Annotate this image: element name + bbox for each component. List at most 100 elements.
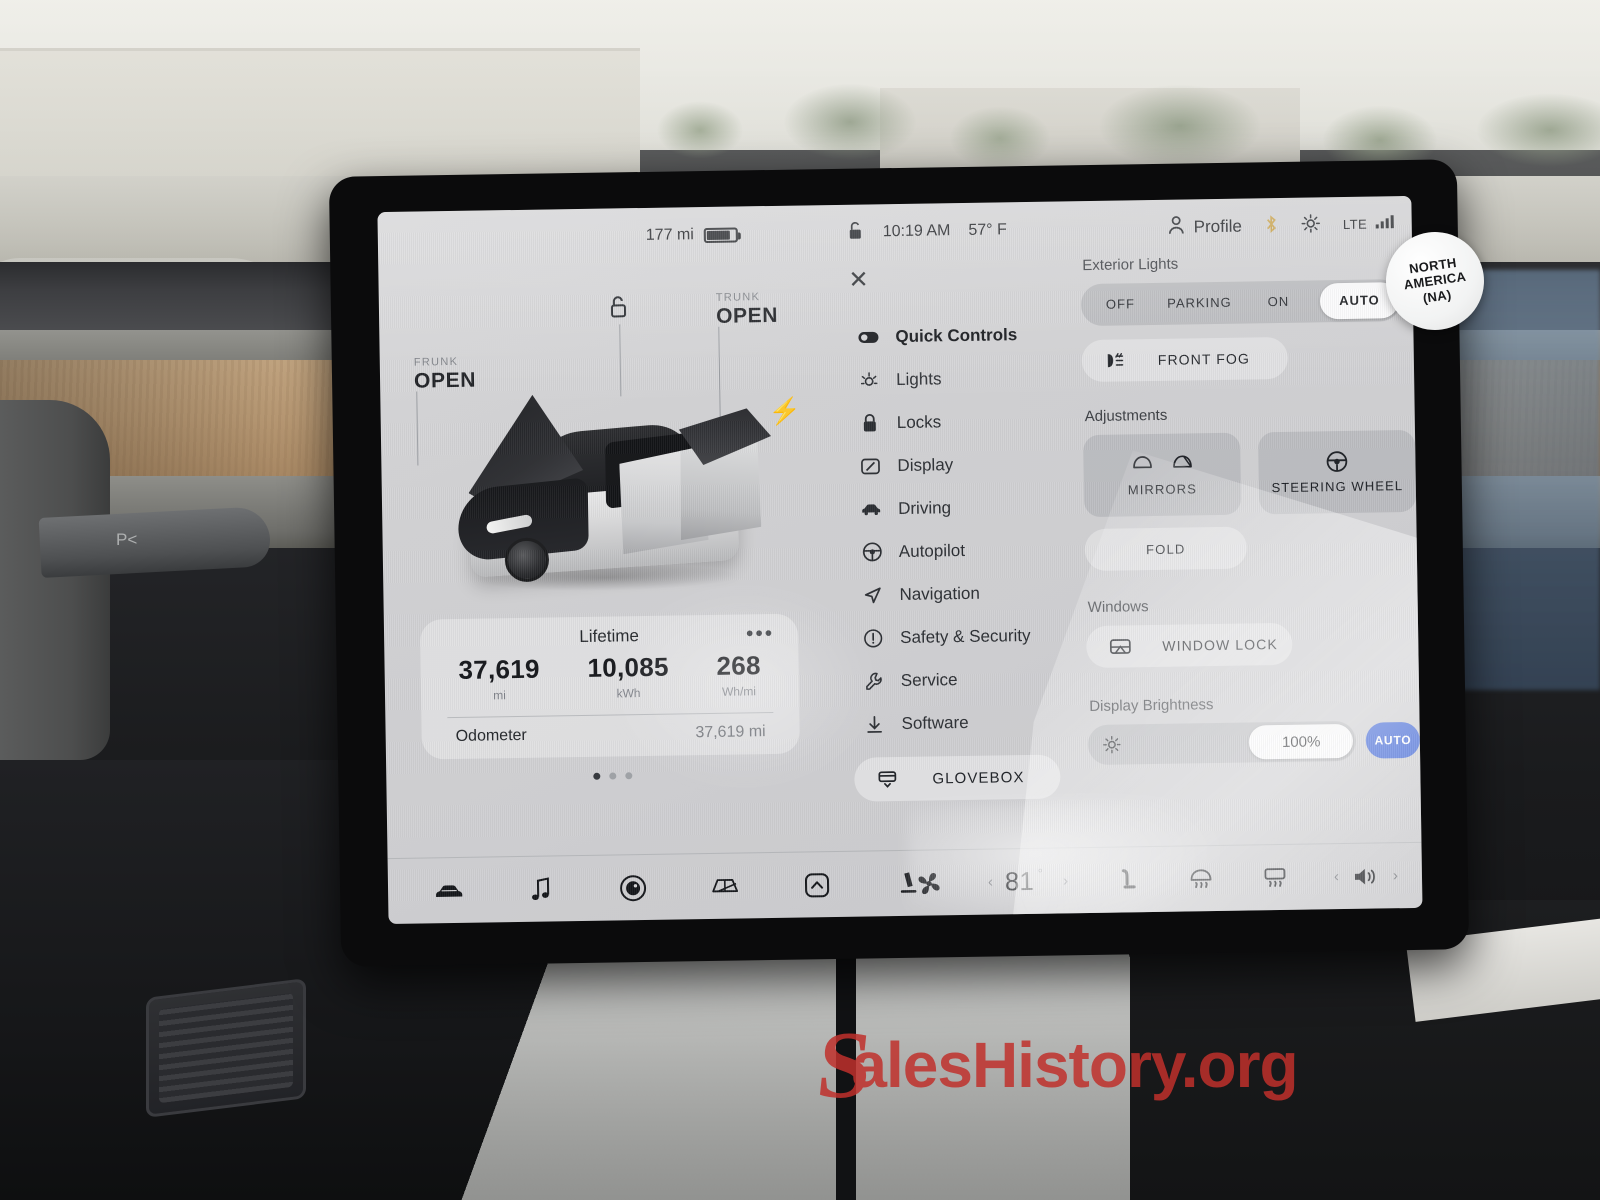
network-label: LTE [1342, 216, 1368, 232]
bluetooth-icon[interactable] [1264, 213, 1279, 238]
bottom-toolbar-right: ‹ 81 ° › ‹ › [914, 860, 1399, 899]
menu-item-locks[interactable]: Locks [850, 399, 1071, 443]
menu-item-label: Safety & Security [900, 625, 1031, 647]
menu-item-service[interactable]: Service [855, 657, 1076, 701]
stat-unit: kWh [616, 686, 641, 701]
stat-value: 268 [716, 650, 761, 681]
temperature-control: ‹ 81 ° › [988, 865, 1069, 897]
exterior-lights-segmented-control[interactable]: OFF PARKING ON AUTO [1080, 279, 1423, 327]
menu-list: Quick Controls Lights Locks Display Driv… [849, 313, 1076, 744]
chevron-right-icon[interactable]: › [1393, 867, 1398, 884]
menu-item-driving[interactable]: Driving [852, 485, 1073, 529]
seat-heater-icon[interactable] [1112, 866, 1142, 894]
adjustments-title: Adjustments [1084, 406, 1168, 426]
menu-item-label: Service [900, 669, 958, 690]
quick-controls-icon [857, 326, 879, 348]
door-handle-label: P< [116, 530, 138, 549]
menu-item-label: Software [901, 712, 969, 733]
page-dot[interactable] [624, 772, 632, 780]
glovebox-label: GLOVEBOX [932, 768, 1025, 788]
lights-option-on[interactable]: ON [1239, 280, 1319, 323]
brightness-auto-button[interactable]: AUTO [1365, 721, 1421, 759]
status-bar-middle: 10:19 AM 57° F [848, 218, 1007, 245]
page-dot[interactable] [608, 772, 616, 780]
stat-value: 37,619 [458, 653, 541, 685]
page-dot-active[interactable] [592, 772, 600, 780]
car-visualization[interactable]: FRUNK OPEN TRUNK OPEN ⚡ [379, 275, 836, 632]
lifetime-more-button[interactable]: ••• [746, 622, 774, 646]
door-handle [38, 506, 272, 578]
music-note-icon[interactable] [526, 875, 556, 903]
signal-bars-icon [1375, 215, 1394, 229]
lifetime-stat: 10,085 kWh [587, 652, 669, 701]
rear-defrost-icon[interactable] [1186, 865, 1216, 893]
watermark-text: alesHistory.org [851, 1029, 1298, 1102]
window-lock-icon [1108, 635, 1132, 657]
tesla-touchscreen[interactable]: 177 mi 10:19 AM 57° F Profile LTE FRUNK … [377, 195, 1423, 925]
profile-button[interactable]: Profile [1168, 215, 1243, 240]
mirror-left-icon [1131, 453, 1153, 474]
download-icon [863, 713, 885, 735]
mirrors-button[interactable]: MIRRORS [1083, 432, 1242, 518]
window-lock-button[interactable]: WINDOW LOCK [1086, 622, 1293, 669]
menu-item-navigation[interactable]: Navigation [853, 571, 1074, 615]
wrench-icon [863, 670, 885, 692]
car-icon[interactable] [434, 876, 464, 904]
chevron-left-icon[interactable]: ‹ [1334, 868, 1339, 885]
lifetime-stats-row: 37,619 mi 10,085 kWh 268 Wh/mi [420, 650, 799, 704]
mirrors-label: MIRRORS [1127, 481, 1198, 498]
menu-item-label: Navigation [899, 583, 980, 604]
alert-circle-icon [862, 627, 884, 649]
lock-open-icon[interactable] [609, 294, 631, 397]
sticker-line-3: (NA) [1421, 286, 1453, 306]
media-dial-icon[interactable] [618, 873, 648, 901]
menu-item-label: Locks [896, 411, 942, 432]
car-icon [860, 498, 882, 520]
display-icon [859, 455, 881, 477]
volume-icon[interactable] [1351, 862, 1381, 890]
page-indicator[interactable] [386, 769, 838, 783]
clock-time: 10:19 AM [882, 222, 951, 241]
brightness-icon [1102, 735, 1122, 755]
fan-icon[interactable] [914, 869, 944, 897]
lock-open-icon[interactable] [848, 220, 865, 245]
adjustments-row: MIRRORS STEERING WHEEL [1083, 429, 1417, 518]
brightness-value[interactable]: 100% [1248, 723, 1354, 760]
lifetime-stat: 268 Wh/mi [716, 650, 761, 699]
menu-item-lights[interactable]: Lights [850, 356, 1071, 400]
front-fog-label: FRONT FOG [1157, 350, 1251, 368]
mirrors-icons [1131, 452, 1193, 475]
lights-option-parking[interactable]: PARKING [1160, 282, 1240, 325]
chevron-right-icon[interactable]: › [1063, 872, 1068, 889]
chevron-up-box-icon[interactable] [802, 871, 832, 899]
cabin-temperature[interactable]: 81 [1005, 866, 1034, 897]
glovebox-button[interactable]: GLOVEBOX [854, 754, 1061, 802]
lights-option-off[interactable]: OFF [1081, 283, 1161, 326]
menu-item-quick-controls[interactable]: Quick Controls [849, 313, 1070, 357]
menu-item-safety-security[interactable]: Safety & Security [854, 614, 1075, 658]
lock-icon [859, 412, 881, 434]
lifetime-stat: 37,619 mi [458, 654, 540, 703]
degree-symbol: ° [1037, 865, 1044, 881]
wiper-icon[interactable] [710, 872, 740, 900]
steering-wheel-button[interactable]: STEERING WHEEL [1257, 429, 1417, 515]
steering-wheel-icon [861, 541, 883, 563]
front-fog-button[interactable]: FRONT FOG [1081, 336, 1289, 383]
menu-item-autopilot[interactable]: Autopilot [853, 528, 1074, 572]
brightness-slider[interactable]: 100% [1087, 720, 1357, 766]
menu-item-software[interactable]: Software [855, 700, 1076, 744]
brightness-icon[interactable] [1301, 213, 1321, 238]
steering-wheel-icon [1325, 450, 1348, 472]
profile-label: Profile [1193, 216, 1243, 237]
front-defrost-icon[interactable] [1260, 863, 1290, 891]
close-icon[interactable]: ✕ [848, 266, 869, 293]
mirror-right-icon [1171, 453, 1193, 474]
menu-item-label: Lights [895, 368, 942, 389]
fold-button[interactable]: FOLD [1084, 526, 1248, 572]
display-brightness-title: Display Brightness [1089, 696, 1214, 716]
status-bar-left: 177 mi [646, 225, 738, 244]
window-lock-label: WINDOW LOCK [1162, 636, 1278, 654]
menu-item-display[interactable]: Display [851, 442, 1072, 486]
chevron-left-icon[interactable]: ‹ [988, 874, 993, 891]
odometer-value: 37,619 mi [695, 723, 766, 742]
